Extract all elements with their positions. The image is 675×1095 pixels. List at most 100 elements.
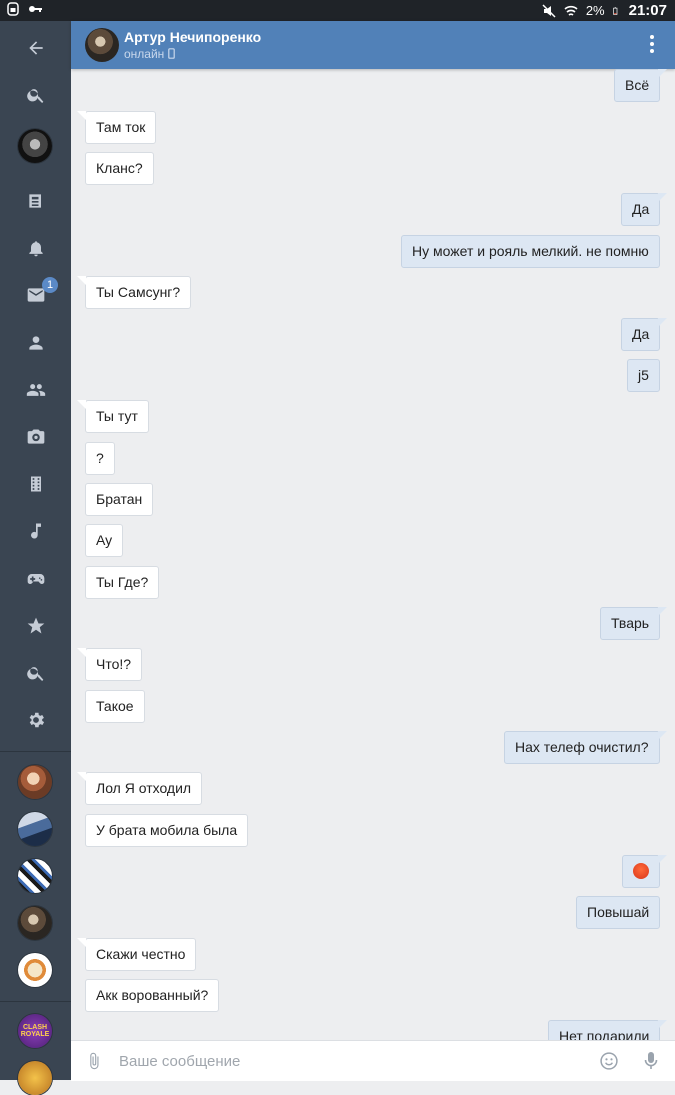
- incoming-message[interactable]: Лол Я отходил: [85, 772, 203, 805]
- incoming-message[interactable]: У брата мобила была: [85, 814, 249, 847]
- bubble-tail: [658, 1020, 667, 1029]
- message-text: Нах телеф очистил?: [515, 739, 649, 755]
- incoming-message[interactable]: ?: [85, 442, 115, 475]
- game-clash-royale[interactable]: CLASH ROYALE: [18, 1014, 52, 1048]
- chat-avatar[interactable]: [18, 765, 52, 799]
- contact-status-text: онлайн: [124, 47, 165, 61]
- message-text: Да: [632, 326, 650, 342]
- incoming-message[interactable]: Кланс?: [85, 152, 154, 185]
- sidebar-item-news[interactable]: [0, 181, 71, 221]
- back-button[interactable]: [0, 28, 71, 68]
- sidebar-item-search[interactable]: [0, 653, 71, 693]
- paperclip-icon[interactable]: [85, 1052, 103, 1070]
- outgoing-message[interactable]: [622, 855, 660, 888]
- message-text: Что!?: [96, 656, 132, 672]
- outgoing-message[interactable]: Нах телеф очистил?: [504, 731, 660, 764]
- incoming-message[interactable]: Ты Где?: [85, 566, 160, 599]
- incoming-message[interactable]: Ты тут: [85, 400, 149, 433]
- incoming-message[interactable]: Такое: [85, 690, 145, 723]
- incoming-message[interactable]: Братан: [85, 483, 154, 516]
- battery-icon: [612, 6, 617, 15]
- profile-avatar[interactable]: [18, 129, 52, 163]
- game-icon[interactable]: [18, 1061, 52, 1095]
- contact-name[interactable]: Артур Нечипоренко: [124, 29, 261, 45]
- message-text: ?: [96, 450, 104, 466]
- message-text: Тварь: [611, 615, 650, 631]
- sidebar-item-photos[interactable]: [0, 417, 71, 457]
- lock-icon: [7, 2, 19, 16]
- incoming-message[interactable]: Там ток: [85, 111, 157, 144]
- sidebar-item-games[interactable]: [0, 559, 71, 599]
- search-icon: [26, 667, 43, 681]
- bubble-tail: [658, 731, 667, 740]
- bubble-tail: [658, 69, 667, 78]
- message-text: Ты Где?: [96, 574, 149, 590]
- outgoing-message[interactable]: Да: [621, 193, 661, 226]
- incoming-message[interactable]: Ау: [85, 524, 124, 557]
- message-text: Всё: [625, 77, 650, 93]
- mobile-icon: [167, 48, 175, 59]
- sidebar-item-notifications[interactable]: [0, 228, 71, 268]
- incoming-message[interactable]: Ты Самсунг?: [85, 276, 192, 309]
- outgoing-message[interactable]: j5: [627, 359, 660, 392]
- clash-royale-label: CLASH ROYALE: [20, 1024, 50, 1038]
- message-text: Лол Я отходил: [96, 780, 192, 796]
- chat-avatar[interactable]: [18, 953, 52, 987]
- outgoing-message[interactable]: Тварь: [600, 607, 661, 640]
- sidebar-item-videos[interactable]: [0, 464, 71, 504]
- message-text: Ау: [96, 532, 113, 548]
- message-text: Там ток: [96, 119, 146, 135]
- bubble-tail: [77, 648, 86, 657]
- outgoing-message[interactable]: Ну может и рояль мелкий. не помню: [401, 235, 660, 268]
- rail-divider: [0, 751, 71, 752]
- message-text: У брата мобила была: [96, 822, 238, 838]
- incoming-message[interactable]: Что!?: [85, 648, 143, 681]
- sidebar-item-friends[interactable]: [0, 323, 71, 363]
- incoming-message[interactable]: Скажи честно: [85, 938, 197, 971]
- chat-avatar[interactable]: [18, 859, 52, 893]
- chat-avatar[interactable]: [18, 812, 52, 846]
- sidebar-item-bookmarks[interactable]: [0, 606, 71, 646]
- more-menu-button[interactable]: [649, 35, 655, 55]
- gear-icon: [29, 712, 44, 728]
- bubble-tail: [77, 938, 86, 947]
- contact-avatar[interactable]: [85, 28, 119, 62]
- messages-badge: 1: [42, 277, 58, 293]
- message-text: Братан: [96, 491, 143, 507]
- contact-status: онлайн: [124, 47, 175, 61]
- clock: 21:07: [628, 2, 667, 19]
- message-text: Ты тут: [96, 408, 138, 424]
- left-rail: 1 CLASH ROYALE: [0, 21, 71, 1095]
- outgoing-message[interactable]: Повышай: [576, 896, 661, 929]
- sidebar-item-messages[interactable]: 1: [0, 275, 71, 315]
- bubble-tail: [658, 607, 667, 616]
- message-input[interactable]: [119, 1041, 599, 1081]
- camera-icon: [27, 429, 44, 444]
- bubble-tail: [77, 111, 86, 120]
- key-icon: [29, 6, 42, 12]
- angry-face-icon: [633, 863, 649, 879]
- outgoing-message[interactable]: Да: [621, 318, 661, 351]
- sidebar-item-groups[interactable]: [0, 370, 71, 410]
- rail-divider: [0, 1001, 71, 1002]
- bell-icon: [28, 241, 43, 257]
- wifi-icon: [564, 5, 578, 16]
- sidebar-item-settings[interactable]: [0, 700, 71, 740]
- microphone-icon[interactable]: [643, 1051, 659, 1071]
- battery-percent: 2%: [585, 3, 605, 18]
- dot-icon: [650, 49, 654, 53]
- newspaper-icon: [28, 194, 41, 208]
- message-text: Скажи честно: [96, 946, 186, 962]
- outgoing-message[interactable]: Всё: [614, 69, 661, 102]
- arrow-left-icon: [28, 41, 43, 55]
- chat-avatar[interactable]: [18, 906, 52, 940]
- search-button[interactable]: [0, 75, 71, 115]
- message-text: Акк ворованный?: [96, 987, 209, 1003]
- search-icon: [26, 89, 43, 103]
- smiley-icon[interactable]: [599, 1051, 619, 1071]
- incoming-message[interactable]: Акк ворованный?: [85, 979, 220, 1012]
- person-icon: [28, 336, 43, 350]
- mute-icon: [542, 3, 556, 18]
- bubble-tail: [658, 193, 667, 202]
- sidebar-item-music[interactable]: [0, 511, 71, 551]
